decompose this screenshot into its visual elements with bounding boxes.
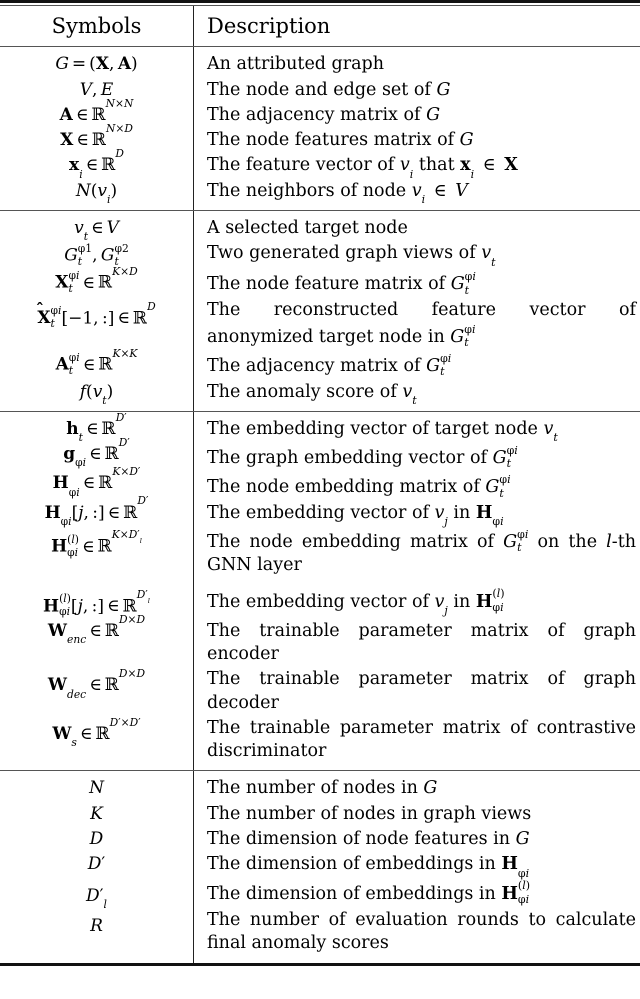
description-cell: The graph embedding vector of Gφiφit xyxy=(207,443,518,471)
table-row: K The number of nodes in graph views xyxy=(0,802,640,827)
table-row: vt ∈ V A selected target node xyxy=(0,216,640,244)
table-row: Gφ1φ1t, Gφ2φ2t Two generated graph views… xyxy=(0,241,640,268)
table-row: Ws ∈ ℝD′×D′ The trainable parameter matrix… xyxy=(0,716,640,765)
table-row: X ∈ ℝN×D The node features matrix of G xyxy=(0,121,640,153)
description-cell: An attributed graph xyxy=(207,54,385,75)
description-cell: The node and edge set of G xyxy=(207,79,451,100)
description-cell: The neighbors of node vi ∈ V xyxy=(207,180,468,207)
symbol-cell: N(vi) xyxy=(75,180,118,206)
symbol-cell: Ws ∈ ℝD′×D′ xyxy=(52,715,141,750)
symbol-cell: G = (X, A) xyxy=(55,54,138,75)
table-row: N(vi) The neighbors of node vi ∈ V xyxy=(0,179,640,207)
column-divider xyxy=(193,6,194,47)
table-row: gφi ∈ ℝD′ The graph embedding vector of Gφ… xyxy=(0,435,640,471)
description-cell: The embedding vector of vj in Hφi xyxy=(207,502,504,529)
table-row: A ∈ ℝN×N The adjacency matrix of G xyxy=(0,96,640,128)
description-cell: The node embedding matrix of Gφiφit xyxy=(207,473,511,500)
symbol-cell: Xφiφit∈ℝK×D xyxy=(55,264,138,296)
symbol-cell: H(l)(l)φi[j, :]∈ℝD′l xyxy=(43,587,150,619)
table-row: H(l)(l)φi∈ℝK×D′l The node embedding matr… xyxy=(0,526,640,579)
description-cell: The number of nodes in G xyxy=(207,778,438,799)
symbol-cell: ̂Xφiφit[−1, :]∈ℝD xyxy=(37,300,156,331)
table-row: ̂Xφiφit[−1, :]∈ℝD The reconstructed feat… xyxy=(0,298,640,351)
table-row: Xφiφit∈ℝK×D The node feature matrix of G… xyxy=(0,264,640,297)
table-row: D′l The dimension of embeddings in H(l)(… xyxy=(0,878,640,909)
table-row: H(l)(l)φi[j, :]∈ℝD′l The embedding vecto… xyxy=(0,586,640,619)
description-cell: The number of evaluation rounds to cal­c… xyxy=(207,910,636,954)
table-row: f(vt) The anomaly score of vt xyxy=(0,380,640,408)
table-row: D The dimension of node features in G xyxy=(0,827,640,852)
symbol-cell: Hφi ∈ ℝK×D′ xyxy=(52,465,141,499)
symbol-cell: Aφiφit∈ℝK×K xyxy=(55,346,138,378)
description-cell: A selected target node xyxy=(207,217,408,238)
symbol-cell: X ∈ ℝN×D xyxy=(60,121,133,151)
table-row: xi ∈ ℝD The feature vector of vi that xi ∈… xyxy=(0,147,640,181)
symbol-cell: H(l)(l)φi∈ℝK×D′l xyxy=(51,528,142,559)
symbol-cell: f(vt) xyxy=(79,381,114,407)
table-row: Hφi[j, :] ∈ ℝD′ The embedding vector of vj… xyxy=(0,494,640,529)
description-cell: The adjacency matrix of G xyxy=(207,104,441,125)
description-cell: The adjacency matrix of Gφiφit xyxy=(207,352,452,379)
table-row: Aφiφit∈ℝK×K The adjacency matrix of Gφiφ… xyxy=(0,346,640,379)
description-cell: The feature vector of vi that xi ∈ X xyxy=(207,155,518,181)
description-cell: The dimension of node features in G xyxy=(207,828,530,849)
symbol-cell: vt ∈ V xyxy=(74,217,119,244)
symbol-cell: gφi ∈ ℝD′ xyxy=(63,435,130,470)
header-row: Symbols Description xyxy=(0,6,640,46)
header-description-label: Description xyxy=(207,14,331,38)
symbol-cell: R xyxy=(90,916,103,937)
description-cell: The node embedding matrix of Gφiφit on t… xyxy=(207,527,636,576)
symbol-cell: Gφ1φ1t, Gφ2φ2t xyxy=(64,241,129,268)
symbol-cell: V, E xyxy=(79,79,114,100)
rule-thick-top xyxy=(0,0,640,3)
symbol-cell: Wenc ∈ ℝD×D xyxy=(47,612,146,647)
description-cell: Two generated graph views of vt xyxy=(207,243,496,269)
description-cell: The trainable parameter matrix of graph … xyxy=(207,620,636,665)
table-row: D′ The dimension of embeddings in Hφi xyxy=(0,852,640,880)
description-cell: The anomaly score of vt xyxy=(207,381,417,408)
table-bottom-rule xyxy=(0,962,640,966)
symbol-cell: K xyxy=(90,803,103,824)
description-cell: The node features matrix of G xyxy=(207,130,474,151)
description-cell: The reconstructed feature vector of anon… xyxy=(207,299,636,350)
description-cell: The node feature matrix of Gφiφit xyxy=(207,270,476,297)
symbol-cell: A ∈ ℝN×N xyxy=(59,96,134,125)
description-cell: The trainable parameter matrix of graph … xyxy=(207,669,636,713)
description-cell: The dimension of embeddings in Hφi xyxy=(207,854,530,880)
table-row: Wdec ∈ ℝD×D The trainable parameter matrix… xyxy=(0,667,640,716)
description-cell: The embedding vector of target node vt xyxy=(207,418,558,445)
symbol-cell: D xyxy=(89,828,104,849)
description-cell: The dimension of embeddings in H(l)(l)φi xyxy=(207,879,531,906)
notation-table: Symbols Description G = (X, A) An attribut… xyxy=(0,0,640,966)
section-scalars: N The number of nodes in G K The number … xyxy=(0,771,640,963)
description-cell: The number of nodes in graph views xyxy=(207,803,532,824)
symbol-cell: Hφi[j, :] ∈ ℝD′ xyxy=(44,494,149,529)
table-row: G = (X, A) An attributed graph xyxy=(0,52,640,77)
symbol-cell: D′l xyxy=(86,885,107,911)
symbol-cell: Wdec ∈ ℝD×D xyxy=(47,667,146,701)
symbol-cell: ht ∈ ℝD′ xyxy=(66,410,127,445)
symbol-cell: xi ∈ ℝD xyxy=(69,147,124,181)
table-row: V, E The node and edge set of G xyxy=(0,78,640,103)
section-embeddings-parameters: ht ∈ ℝD′ The embedding vector of target no… xyxy=(0,412,640,771)
table-header: Symbols Description xyxy=(0,6,640,47)
symbol-cell: D′ xyxy=(87,854,106,875)
table-row: R The number of evaluation rounds to cal… xyxy=(0,908,640,957)
section-graph-basics: G = (X, A) An attributed graph V, E The no… xyxy=(0,47,640,210)
table-row: ht ∈ ℝD′ The embedding vector of target no… xyxy=(0,410,640,445)
description-cell: The trainable parameter matrix of con­tr… xyxy=(207,717,636,762)
description-cell: The embedding vector of vj in H(l)(l)φi xyxy=(207,587,505,618)
symbol-cell: N xyxy=(89,778,104,799)
table-row: N The number of nodes in G xyxy=(0,776,640,801)
table-row: Hφi ∈ ℝK×D′ The node embedding matrix of G… xyxy=(0,465,640,500)
table-row: Wenc ∈ ℝD×D The trainable parameter matrix… xyxy=(0,612,640,668)
section-target-node-views: vt∈V A selected target node Gφ1φ1t, Gφ2φ… xyxy=(0,210,640,411)
header-symbols-label: Symbols xyxy=(51,14,142,38)
row-spacer xyxy=(0,579,640,586)
